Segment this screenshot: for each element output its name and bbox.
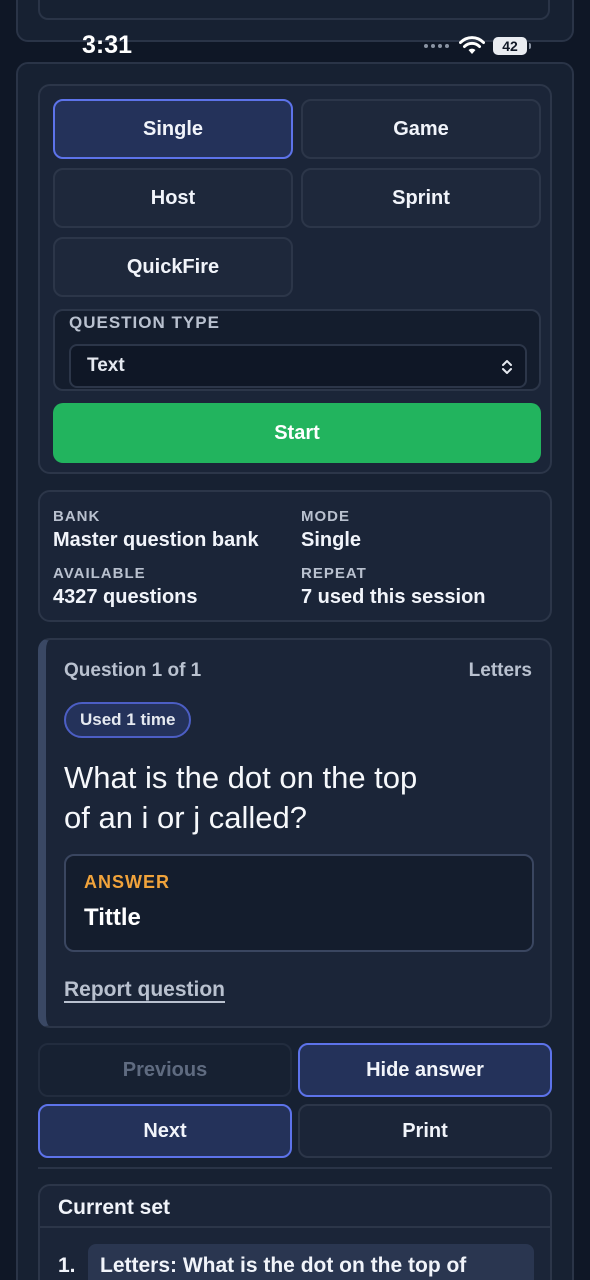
question-type-select[interactable]: Text: [69, 344, 527, 388]
answer-label: ANSWER: [84, 872, 170, 892]
question-text: What is the dot on the top of an i or j …: [64, 760, 418, 835]
report-question-link[interactable]: Report question: [64, 978, 225, 1002]
question-type-label: QUESTION TYPE: [69, 313, 220, 332]
answer-box: ANSWER Tittle: [64, 854, 534, 952]
mode-label: MODE: [301, 508, 350, 525]
mode-value: Single: [301, 529, 362, 551]
next-button[interactable]: Next: [38, 1104, 292, 1158]
previous-card-inner-edge: [38, 0, 550, 20]
mode-game-button[interactable]: Game: [301, 99, 541, 159]
wifi-icon: [459, 36, 485, 54]
current-set-divider: [40, 1226, 550, 1228]
previous-button[interactable]: Previous: [38, 1043, 292, 1097]
hide-answer-button[interactable]: Hide answer: [298, 1043, 552, 1097]
list-item[interactable]: Letters: What is the dot on the top of: [88, 1244, 534, 1280]
print-button[interactable]: Print: [298, 1104, 552, 1158]
session-info-panel: BANK Master question bank MODE Single AV…: [38, 490, 552, 622]
available-label: AVAILABLE: [53, 565, 146, 582]
start-button[interactable]: Start: [53, 403, 541, 463]
question-type-group: QUESTION TYPE Text: [53, 309, 541, 391]
status-bar: 3:31 42: [0, 26, 590, 66]
repeat-label: REPEAT: [301, 565, 367, 582]
available-value: 4327 questions: [53, 586, 198, 608]
question-type-value: Text: [87, 355, 125, 376]
status-icons: 42: [424, 34, 531, 58]
battery-icon: 42: [493, 37, 531, 55]
question-card: Question 1 of 1 Letters Used 1 time What…: [38, 638, 552, 1028]
mode-panel: Single Game Host Sprint QuickFire QUESTI…: [38, 84, 552, 474]
repeat-value: 7 used this session: [301, 586, 486, 608]
mode-quickfire-button[interactable]: QuickFire: [53, 237, 293, 297]
question-category: Letters: [468, 660, 532, 681]
current-set-card: Current set 1. Letters: What is the dot …: [38, 1184, 552, 1280]
bank-label: BANK: [53, 508, 101, 525]
question-progress: Question 1 of 1: [64, 660, 202, 681]
current-set-title: Current set: [58, 1196, 171, 1219]
used-count-badge: Used 1 time: [64, 702, 192, 738]
mode-single-button[interactable]: Single: [53, 99, 293, 159]
set-item-number: 1.: [58, 1254, 76, 1277]
chevron-up-down-icon: [502, 360, 512, 374]
mode-sprint-button[interactable]: Sprint: [301, 168, 541, 228]
mode-host-button[interactable]: Host: [53, 168, 293, 228]
bank-value: Master question bank: [53, 529, 259, 551]
answer-value: Tittle: [84, 904, 141, 931]
section-divider: [38, 1167, 552, 1169]
signal-dots-icon: [424, 44, 449, 48]
status-time: 3:31: [82, 31, 133, 59]
